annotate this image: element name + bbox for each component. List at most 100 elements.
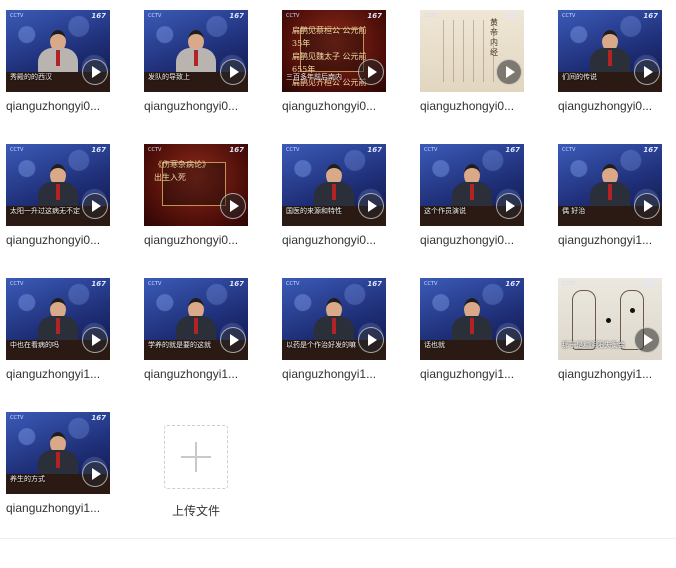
file-name[interactable]: qianguzhongyi0... xyxy=(144,99,264,113)
play-icon[interactable] xyxy=(496,327,522,353)
video-thumbnail[interactable]: 黄帝内经 CCTV 167 xyxy=(420,10,524,92)
channel-label: CCTV xyxy=(286,147,300,153)
play-icon[interactable] xyxy=(220,327,246,353)
file-tile[interactable]: CCTV 167 学养的就是要的这就 qianguzhongyi1... xyxy=(138,268,268,388)
channel-label: CCTV xyxy=(10,281,24,287)
channel-label: CCTV xyxy=(286,13,300,19)
subtitle-text: 养生的方式 xyxy=(10,475,45,483)
thumbnail-text: 《伤寒杂病论》 出生入死 xyxy=(154,158,238,184)
file-grid: CCTV 167 秀殿的的西汉 qianguzhongyi0... CCTV 167 发队的… xyxy=(0,0,676,540)
thumbnail-text: 黄帝内经 xyxy=(490,18,498,57)
subtitle-text: 以药是个作治好发的嘛 xyxy=(286,341,356,349)
watermark-logo: 167 xyxy=(505,146,520,154)
file-name[interactable]: qianguzhongyi1... xyxy=(6,501,126,515)
video-thumbnail[interactable]: CCTV 167 养生的方式 xyxy=(6,412,110,494)
subtitle-text: 这个作员演说 xyxy=(424,207,466,215)
file-name[interactable]: qianguzhongyi0... xyxy=(558,99,676,113)
file-tile[interactable]: CCTV 167 们间的传说 qianguzhongyi0... xyxy=(552,0,676,120)
play-icon[interactable] xyxy=(82,327,108,353)
file-tile[interactable]: CCTV 167 话也就 qianguzhongyi1... xyxy=(414,268,544,388)
watermark-logo: 167 xyxy=(643,146,658,154)
file-name[interactable]: qianguzhongyi0... xyxy=(6,99,126,113)
channel-label: CCTV xyxy=(424,13,438,19)
video-thumbnail[interactable]: CCTV 167 偶 好治 xyxy=(558,144,662,226)
file-name[interactable]: qianguzhongyi0... xyxy=(282,233,402,247)
plus-icon xyxy=(181,442,211,472)
video-thumbnail[interactable]: CCTV 167 学养的就是要的这就 xyxy=(144,278,248,360)
play-icon[interactable] xyxy=(634,59,660,85)
watermark-logo: 167 xyxy=(643,280,658,288)
channel-label: CCTV xyxy=(10,13,24,19)
watermark-logo: 167 xyxy=(643,12,658,20)
upload-file-button[interactable]: 上传文件 xyxy=(138,412,254,522)
play-icon[interactable] xyxy=(82,193,108,219)
file-tile[interactable]: CCTV 167 国医的来源和特性 qianguzhongyi0... xyxy=(276,134,406,254)
video-thumbnail[interactable]: CCTV 167 以药是个作治好发的嘛 xyxy=(282,278,386,360)
play-icon[interactable] xyxy=(220,193,246,219)
file-name[interactable]: qianguzhongyi1... xyxy=(6,367,126,381)
video-thumbnail[interactable]: CCTV 167 这个作员演说 xyxy=(420,144,524,226)
channel-label: CCTV xyxy=(148,13,162,19)
watermark-logo: 167 xyxy=(229,146,244,154)
file-name[interactable]: qianguzhongyi1... xyxy=(144,367,264,381)
play-icon[interactable] xyxy=(82,461,108,487)
upload-dropzone[interactable] xyxy=(164,425,228,489)
video-thumbnail[interactable]: CCTV 167 们间的传说 xyxy=(558,10,662,92)
channel-label: CCTV xyxy=(424,147,438,153)
file-name[interactable]: qianguzhongyi1... xyxy=(282,367,402,381)
file-tile[interactable]: CCTV 167 偶 好治 qianguzhongyi1... xyxy=(552,134,676,254)
channel-label: CCTV xyxy=(562,281,576,287)
watermark-logo: 167 xyxy=(505,280,520,288)
file-name[interactable]: qianguzhongyi0... xyxy=(282,99,402,113)
watermark-logo: 167 xyxy=(91,280,106,288)
upload-label: 上传文件 xyxy=(171,504,220,518)
play-icon[interactable] xyxy=(634,193,660,219)
play-icon[interactable] xyxy=(634,327,660,353)
play-icon[interactable] xyxy=(358,59,384,85)
video-thumbnail[interactable]: CCTV 167 话也就 xyxy=(420,278,524,360)
file-tile[interactable]: CCTV 167 养生的方式 qianguzhongyi1... xyxy=(0,402,130,522)
play-icon[interactable] xyxy=(358,193,384,219)
video-thumbnail[interactable]: CCTV 167 秀殿的的西汉 xyxy=(6,10,110,92)
file-tile[interactable]: CCTV 167 太阳一升过这病无不定 qianguzhongyi0... xyxy=(0,134,130,254)
play-icon[interactable] xyxy=(220,59,246,85)
file-tile[interactable]: CCTV 167 那于是和阴阳失衡会 qianguzhongyi1... xyxy=(552,268,676,388)
file-tile[interactable]: CCTV 167 这个作员演说 qianguzhongyi0... xyxy=(414,134,544,254)
divider xyxy=(0,538,676,539)
watermark-logo: 167 xyxy=(367,12,382,20)
play-icon[interactable] xyxy=(82,59,108,85)
file-tile[interactable]: 扁鹊见蔡桓公 公元前35年扁鹊见魏太子 公元前655年扁鹊见齐桓公 公元前309… xyxy=(276,0,406,120)
file-name[interactable]: qianguzhongyi0... xyxy=(6,233,126,247)
file-tile[interactable]: CCTV 167 秀殿的的西汉 qianguzhongyi0... xyxy=(0,0,130,120)
file-name[interactable]: qianguzhongyi0... xyxy=(420,99,540,113)
play-icon[interactable] xyxy=(496,59,522,85)
subtitle-text: 偶 好治 xyxy=(562,207,586,215)
file-name[interactable]: qianguzhongyi1... xyxy=(558,367,676,381)
file-tile[interactable]: 《伤寒杂病论》 出生入死 CCTV 167 qianguzhongyi0... xyxy=(138,134,268,254)
watermark-logo: 167 xyxy=(91,12,106,20)
file-name[interactable]: qianguzhongyi0... xyxy=(420,233,540,247)
video-thumbnail[interactable]: 扁鹊见蔡桓公 公元前35年扁鹊见魏太子 公元前655年扁鹊见齐桓公 公元前309… xyxy=(282,10,386,92)
file-tile[interactable]: CCTV 167 以药是个作治好发的嘛 qianguzhongyi1... xyxy=(276,268,406,388)
play-icon[interactable] xyxy=(496,193,522,219)
subtitle-text: 们间的传说 xyxy=(562,73,597,81)
file-name[interactable]: qianguzhongyi0... xyxy=(144,233,264,247)
file-tile[interactable]: CCTV 167 中也在看病的吗 qianguzhongyi1... xyxy=(0,268,130,388)
play-icon[interactable] xyxy=(358,327,384,353)
video-thumbnail[interactable]: CCTV 167 中也在看病的吗 xyxy=(6,278,110,360)
subtitle-text: 那于是和阴阳失衡会 xyxy=(562,341,625,349)
thumbnail-text-line: 扁鹊见蔡桓公 公元前35年 xyxy=(292,26,367,48)
file-tile[interactable]: 黄帝内经 CCTV 167 qianguzhongyi0... xyxy=(414,0,544,120)
video-thumbnail[interactable]: CCTV 167 国医的来源和特性 xyxy=(282,144,386,226)
watermark-logo: 167 xyxy=(505,12,520,20)
file-tile[interactable]: CCTV 167 发队的导致上 qianguzhongyi0... xyxy=(138,0,268,120)
file-name[interactable]: qianguzhongyi1... xyxy=(420,367,540,381)
video-thumbnail[interactable]: CCTV 167 那于是和阴阳失衡会 xyxy=(558,278,662,360)
video-thumbnail[interactable]: CCTV 167 发队的导致上 xyxy=(144,10,248,92)
channel-label: CCTV xyxy=(286,281,300,287)
video-thumbnail[interactable]: CCTV 167 太阳一升过这病无不定 xyxy=(6,144,110,226)
acupoint-dot xyxy=(606,318,611,323)
video-thumbnail[interactable]: 《伤寒杂病论》 出生入死 CCTV 167 xyxy=(144,144,248,226)
channel-label: CCTV xyxy=(562,13,576,19)
file-name[interactable]: qianguzhongyi1... xyxy=(558,233,676,247)
